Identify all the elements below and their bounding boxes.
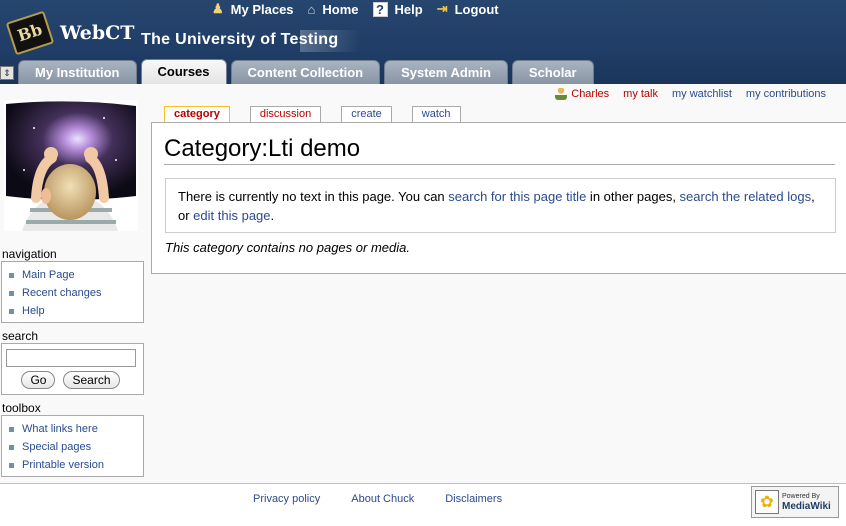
about-link[interactable]: About Chuck: [351, 493, 414, 505]
user-icon: [555, 88, 568, 100]
bullet-icon: [9, 308, 14, 314]
search-button[interactable]: Search: [63, 371, 120, 389]
search-buttons: Go Search: [6, 371, 135, 389]
toolbox-portlet: What links here Special pages Printable …: [1, 415, 144, 477]
list-item: Special pages: [9, 438, 143, 456]
tab-discussion[interactable]: discussion: [249, 106, 322, 122]
home-icon: ⌂: [307, 1, 316, 17]
special-pages-link[interactable]: Special pages: [22, 438, 91, 456]
tab-watch[interactable]: watch: [411, 106, 461, 122]
logout-label: Logout: [454, 1, 499, 17]
tab-scholar[interactable]: Scholar: [511, 60, 594, 84]
main-tabs: ⇕ My Institution Courses Content Collect…: [0, 59, 598, 84]
printable-version-link[interactable]: Printable version: [22, 456, 104, 474]
page-title: Category:Lti demo: [164, 135, 835, 165]
my-places-link[interactable]: ♟ My Places: [212, 1, 294, 17]
toolbox-heading: toolbox: [2, 401, 41, 415]
my-places-label: My Places: [230, 1, 294, 17]
my-talk-link[interactable]: my talk: [623, 88, 658, 100]
category-empty-note: This category contains no pages or media…: [165, 240, 410, 255]
edit-page-link[interactable]: edit this page: [193, 208, 270, 223]
powered-by-mediawiki-badge[interactable]: ✿ Powered By MediaWiki: [751, 486, 839, 518]
tab-content-collection[interactable]: Content Collection: [230, 60, 381, 84]
wiki-logo-image[interactable]: [4, 100, 138, 231]
tab-courses[interactable]: Courses: [140, 59, 227, 84]
search-input[interactable]: [6, 349, 136, 367]
help-icon: ?: [372, 1, 388, 17]
navigation-portlet: Main Page Recent changes Help: [1, 261, 144, 323]
mediawiki-label: MediaWiki: [782, 501, 831, 512]
webct-logo: Bb WebCT: [5, 10, 135, 56]
places-icon: ♟: [212, 1, 224, 16]
blackboard-logo-icon: Bb: [5, 10, 55, 56]
personal-tools: Charles my talk my watchlist my contribu…: [555, 88, 826, 100]
tab-my-institution[interactable]: My Institution: [18, 60, 137, 84]
disclaimers-link[interactable]: Disclaimers: [445, 493, 502, 505]
tab-create[interactable]: create: [341, 106, 392, 122]
footer-links: Privacy policy About Chuck Disclaimers: [253, 493, 533, 505]
home-link[interactable]: ⌂ Home: [308, 2, 359, 17]
bullet-icon: [9, 444, 14, 450]
list-item: Main Page: [9, 266, 143, 284]
institution-name: The University of Testing: [141, 31, 339, 48]
go-button[interactable]: Go: [21, 371, 56, 389]
logout-link[interactable]: ⇥ Logout: [437, 1, 499, 17]
search-portlet: Go Search: [1, 343, 144, 395]
home-label: Home: [322, 1, 359, 17]
search-page-title-link[interactable]: search for this page title: [448, 189, 586, 204]
notice-text-suffix: .: [270, 208, 275, 223]
nav-help-link[interactable]: Help: [22, 302, 45, 320]
tab-system-admin[interactable]: System Admin: [384, 60, 508, 84]
notice-text-mid1: in other pages,: [586, 189, 680, 204]
list-item: Help: [9, 302, 143, 320]
search-heading: search: [2, 329, 39, 343]
collapse-menu-button[interactable]: ⇕: [0, 66, 14, 80]
user-page-link[interactable]: Charles: [571, 88, 609, 100]
nav-main-page-link[interactable]: Main Page: [22, 266, 75, 284]
top-navigation: ♟ My Places ⌂ Home ? Help ⇥ Logout: [212, 0, 513, 18]
list-item: What links here: [9, 420, 143, 438]
navigation-heading: navigation: [2, 247, 57, 261]
bullet-icon: [9, 462, 14, 468]
bullet-icon: [9, 290, 14, 296]
webct-header: ♟ My Places ⌂ Home ? Help ⇥ Logout Bb We…: [0, 0, 846, 84]
bullet-icon: [9, 272, 14, 278]
list-item: Printable version: [9, 456, 143, 474]
child-at-screen-image: [4, 100, 138, 231]
bullet-icon: [9, 426, 14, 432]
content-area: Category:Lti demo There is currently no …: [151, 122, 846, 274]
my-contributions-link[interactable]: my contributions: [746, 88, 826, 100]
logout-icon: ⇥: [436, 1, 448, 16]
help-label: Help: [394, 1, 423, 17]
notice-text-prefix: There is currently no text in this page.…: [178, 189, 449, 204]
what-links-here-link[interactable]: What links here: [22, 420, 98, 438]
privacy-policy-link[interactable]: Privacy policy: [253, 493, 320, 505]
tab-category[interactable]: category: [164, 106, 230, 122]
no-text-notice: There is currently no text in this page.…: [165, 178, 836, 233]
my-watchlist-link[interactable]: my watchlist: [672, 88, 732, 100]
powered-text: Powered By MediaWiki: [782, 492, 831, 512]
list-item: Recent changes: [9, 284, 143, 302]
page-action-tabs: category discussion create watch: [164, 106, 481, 122]
brand-name: WebCT: [60, 22, 135, 44]
search-related-logs-link[interactable]: search the related logs: [680, 189, 812, 204]
help-link[interactable]: ? Help: [372, 1, 423, 17]
nav-recent-changes-link[interactable]: Recent changes: [22, 284, 102, 302]
mediawiki-sunflower-icon: ✿: [755, 490, 779, 514]
footer: Privacy policy About Chuck Disclaimers ✿…: [0, 483, 846, 526]
